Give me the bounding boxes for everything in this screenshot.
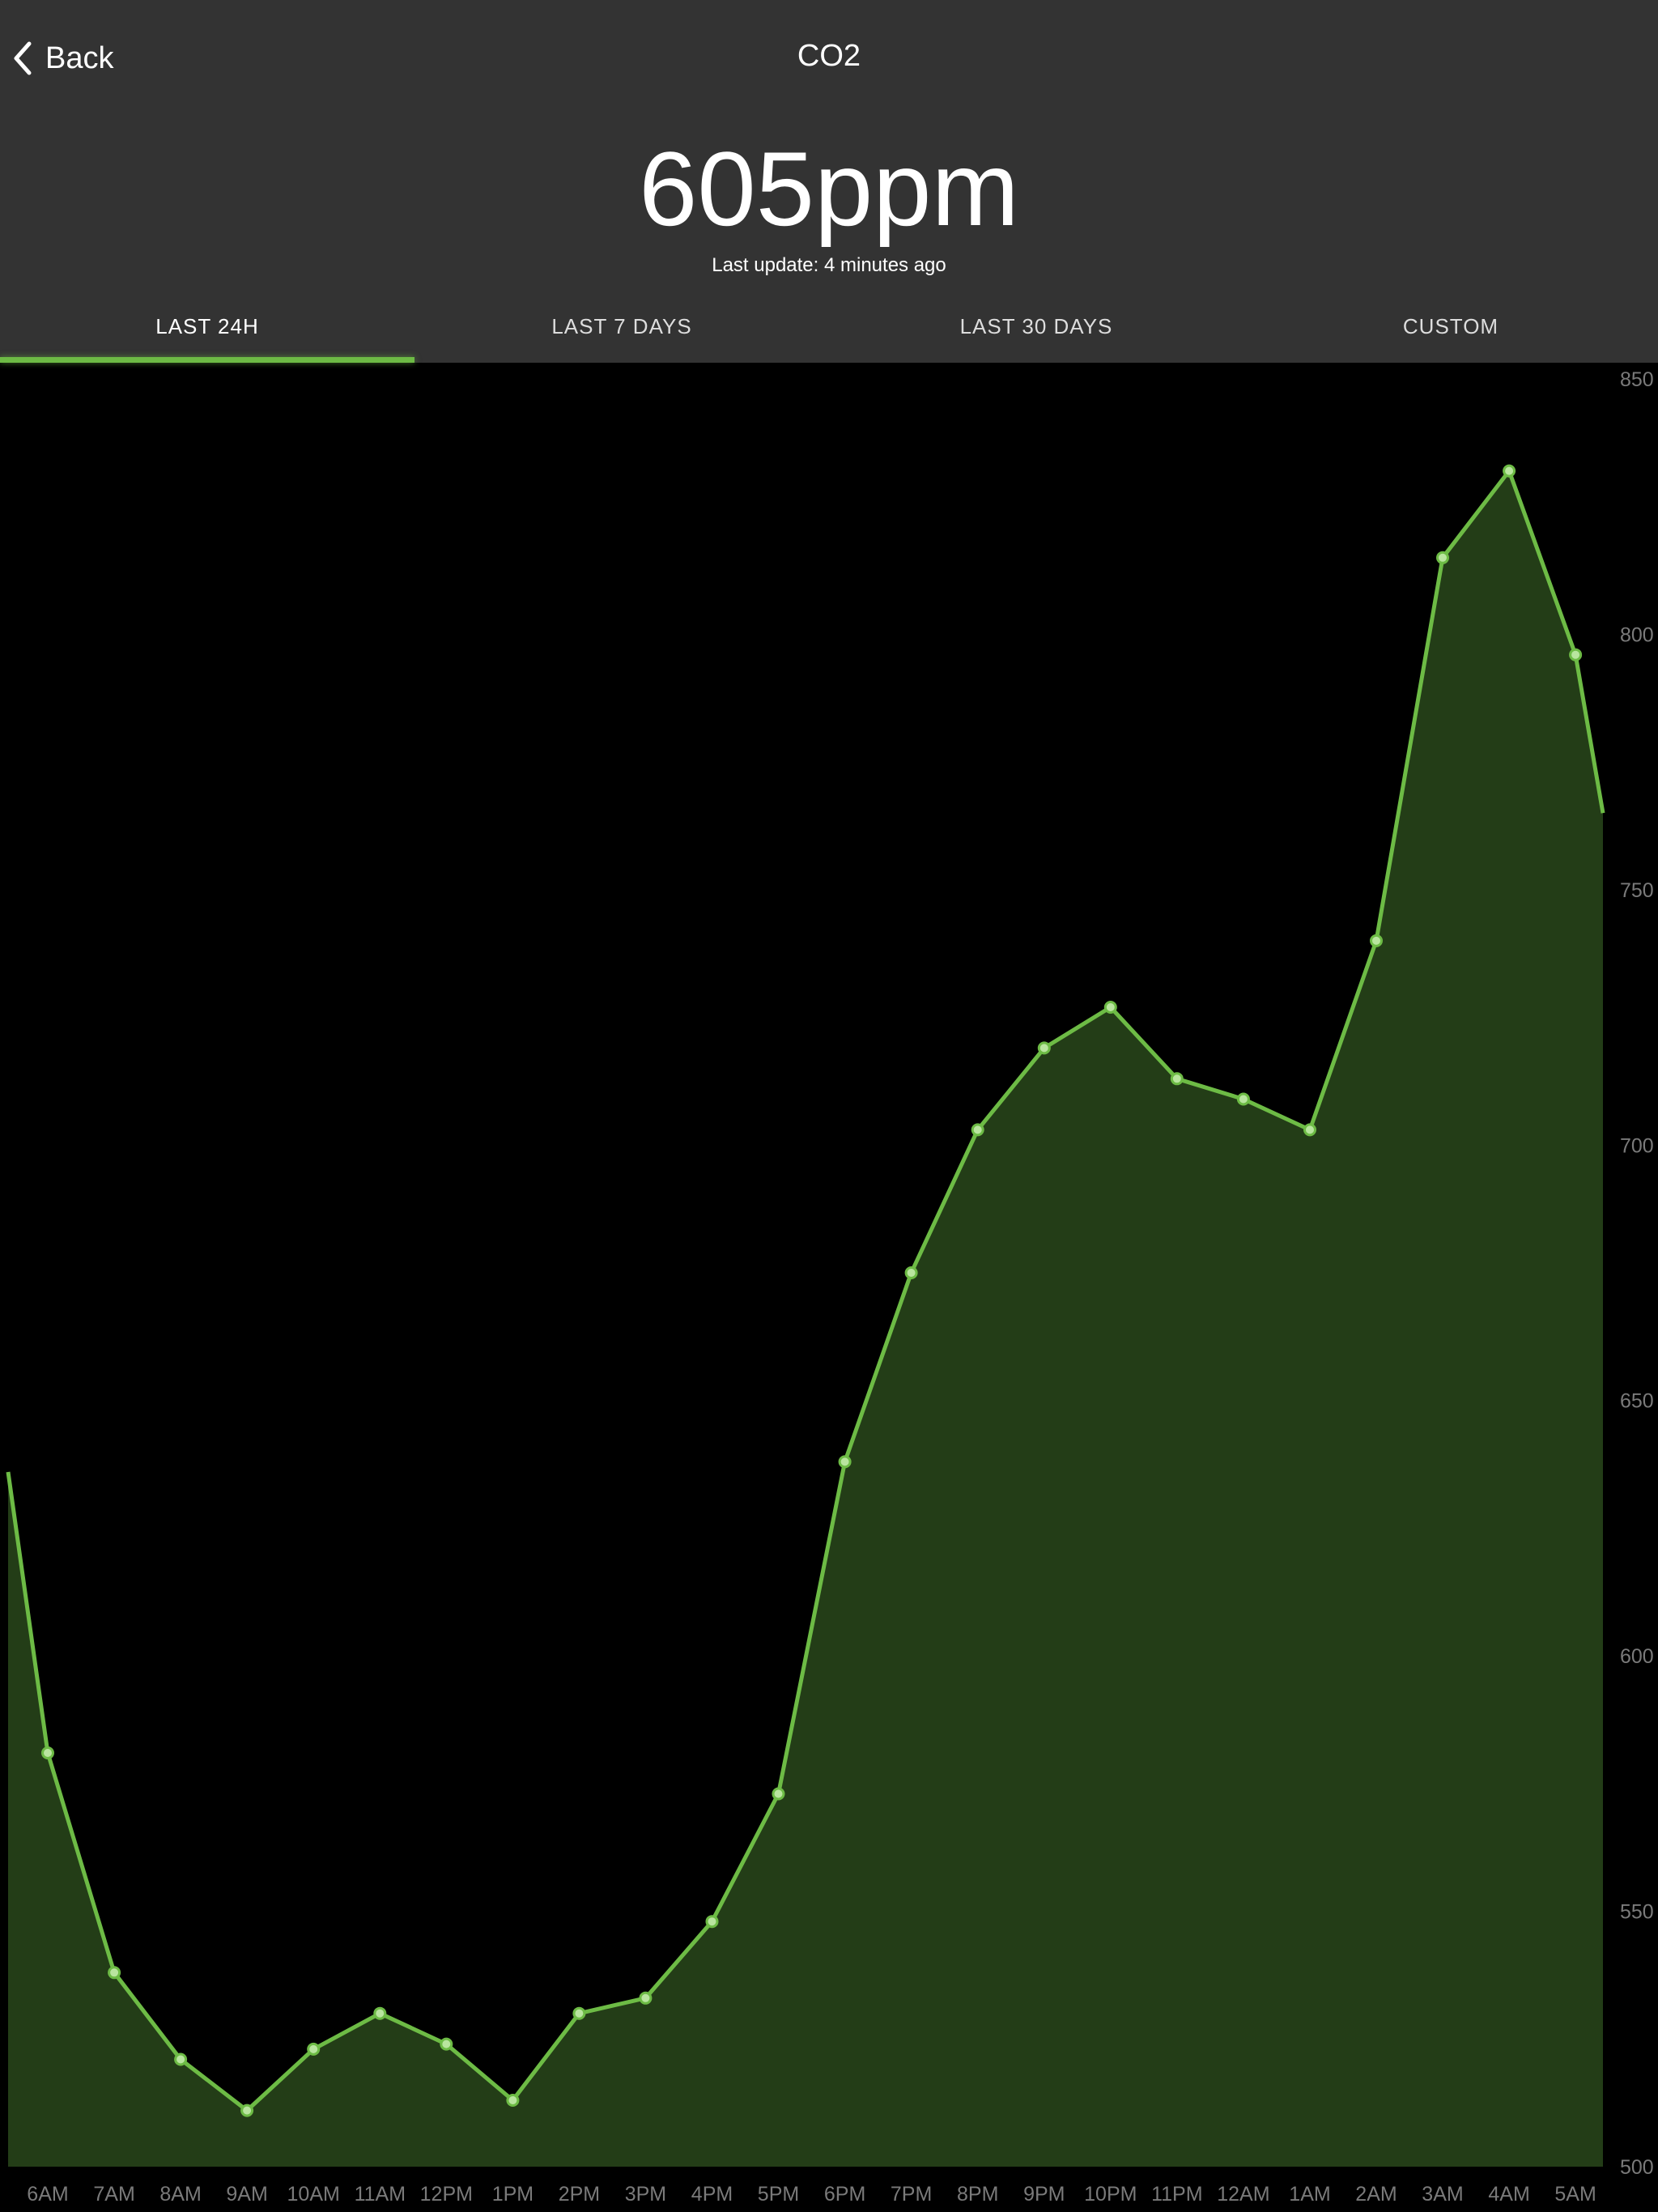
chart-data-point[interactable]: [1103, 1001, 1117, 1014]
x-axis-tick-label: 8PM: [957, 2183, 998, 2206]
y-axis-tick-label: 750: [1620, 879, 1654, 902]
x-axis-tick-label: 3AM: [1422, 2183, 1463, 2206]
x-axis-tick-label: 1AM: [1289, 2183, 1330, 2206]
y-axis-tick-label: 700: [1620, 1134, 1654, 1157]
x-axis-tick-label: 9PM: [1023, 2183, 1065, 2206]
y-axis-tick-label: 550: [1620, 1901, 1654, 1924]
chart-data-point[interactable]: [1037, 1041, 1051, 1055]
tab-label: CUSTOM: [1402, 314, 1499, 338]
x-axis-tick-label: 11AM: [355, 2183, 406, 2206]
chart-data-point[interactable]: [307, 2042, 321, 2056]
tab-last-24h[interactable]: LAST 24H: [0, 308, 414, 363]
x-axis-tick-label: 4AM: [1488, 2183, 1529, 2206]
x-axis-tick-label: 2PM: [559, 2183, 600, 2206]
tab-last-7-days[interactable]: LAST 7 DAYS: [414, 308, 829, 363]
x-axis-tick-label: 12PM: [420, 2183, 473, 2206]
chart-data-point[interactable]: [572, 2006, 586, 2020]
chart-data-point[interactable]: [1569, 648, 1583, 661]
x-axis-tick-label: 11PM: [1151, 2183, 1202, 2206]
x-axis-tick-label: 5PM: [758, 2183, 799, 2206]
chart-data-point[interactable]: [1303, 1123, 1316, 1137]
x-axis-tick-label: 12AM: [1217, 2183, 1269, 2206]
x-axis-tick-label: 6PM: [824, 2183, 865, 2206]
x-axis-tick-label: 10PM: [1084, 2183, 1137, 2206]
active-tab-indicator: [0, 357, 414, 363]
tab-last-30-days[interactable]: LAST 30 DAYS: [829, 308, 1244, 363]
chart-data-point[interactable]: [1436, 551, 1449, 564]
header-bar: Back CO2 605ppm Last update: 4 minutes a…: [0, 0, 1658, 363]
y-axis-tick-label: 500: [1620, 2156, 1654, 2179]
chart-data-point[interactable]: [41, 1746, 54, 1759]
x-axis-tick-label: 4PM: [691, 2183, 733, 2206]
x-axis-tick-label: 8AM: [159, 2183, 201, 2206]
y-axis-tick-label: 650: [1620, 1390, 1654, 1413]
chart-data-point[interactable]: [506, 2094, 520, 2107]
co2-area-chart[interactable]: 850 800 750 700 650 600 550 500 6AM 7AM 8AM 9AM 10A…: [0, 363, 1658, 2212]
x-axis-tick-label: 1PM: [492, 2183, 534, 2206]
chart-data-point[interactable]: [108, 1966, 121, 1980]
x-axis-tick-label: 3PM: [625, 2183, 666, 2206]
x-axis-tick-label: 10AM: [287, 2183, 340, 2206]
chart-data-point[interactable]: [838, 1455, 852, 1469]
last-update-text: Last update: 4 minutes ago: [712, 254, 946, 276]
screen-title: CO2: [797, 39, 861, 73]
chart-data-point[interactable]: [639, 1991, 653, 2005]
x-axis-tick-label: 7PM: [891, 2183, 932, 2206]
chart-data-point[interactable]: [1170, 1072, 1184, 1086]
chart-data-point[interactable]: [174, 2052, 188, 2066]
current-reading: 605ppm: [639, 130, 1019, 248]
x-axis-tick-label: 6AM: [27, 2183, 68, 2206]
tab-label: LAST 24H: [155, 314, 259, 338]
chart-data-point[interactable]: [1236, 1092, 1250, 1106]
chart-data-point[interactable]: [772, 1787, 785, 1801]
y-axis-tick-label: 600: [1620, 1645, 1654, 1668]
chart-data-point[interactable]: [904, 1266, 918, 1279]
x-axis-tick-label: 5AM: [1554, 2183, 1596, 2206]
x-axis-tick-label: 2AM: [1355, 2183, 1397, 2206]
tab-label: LAST 30 DAYS: [959, 314, 1113, 338]
chart-data-point[interactable]: [440, 2037, 453, 2051]
chart-data-point[interactable]: [373, 2006, 387, 2020]
chart-data-point[interactable]: [1370, 934, 1383, 947]
chart-data-point[interactable]: [971, 1123, 984, 1137]
tab-label: LAST 7 DAYS: [551, 314, 692, 338]
tab-custom[interactable]: CUSTOM: [1244, 308, 1658, 363]
time-range-tabs: LAST 24H LAST 7 DAYS LAST 30 DAYS CUSTOM: [0, 308, 1658, 363]
x-axis-tick-label: 7AM: [93, 2183, 134, 2206]
chart-data-point[interactable]: [240, 2104, 254, 2117]
chart-data-point[interactable]: [705, 1915, 719, 1929]
x-axis-tick-label: 9AM: [226, 2183, 267, 2206]
chart-data-point[interactable]: [1503, 464, 1516, 478]
y-axis-tick-label: 850: [1620, 368, 1654, 391]
chart-area-fill: [8, 470, 1603, 2167]
y-axis-tick-label: 800: [1620, 623, 1654, 646]
